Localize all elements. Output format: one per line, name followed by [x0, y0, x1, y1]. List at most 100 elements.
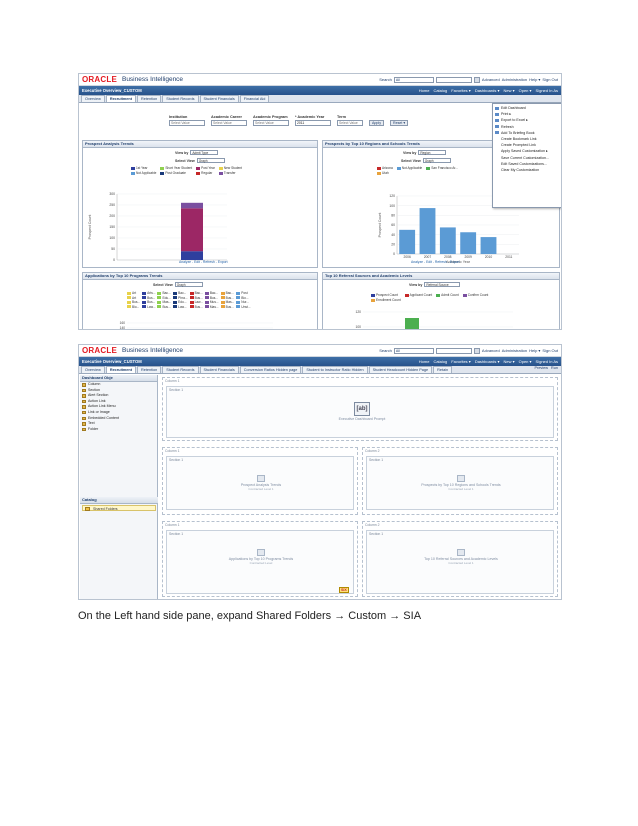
bar [405, 318, 419, 329]
obi-header: ORACLE Business Intelligence Search All … [79, 345, 561, 357]
header-link-help[interactable]: Help ▾ [529, 77, 540, 82]
panel-title: Applications by Top 10 Programs Trends [83, 273, 317, 280]
preview-button[interactable]: Preview [535, 366, 549, 370]
menu-new[interactable]: New ▾ [504, 88, 515, 93]
header-link-administration[interactable]: Administration [502, 77, 527, 82]
tab-overview[interactable]: Overview [81, 95, 105, 102]
run-button[interactable]: Run [551, 366, 558, 370]
layout-section[interactable]: Section 1 Prospect Analysis Trends Contr… [166, 456, 354, 510]
report-placeholder[interactable]: Applications by Top 10 Programs Trends C… [201, 549, 321, 565]
reset-button[interactable]: Reset ▾ [390, 120, 409, 126]
menu-item-clear-customization[interactable]: Clear My Customization [493, 167, 561, 173]
search-go-button[interactable] [473, 347, 480, 354]
search-go-button[interactable] [473, 76, 480, 83]
printer-icon [495, 112, 499, 116]
dashboard-prompts: Institution Select Value Academic Career… [169, 115, 409, 126]
layout-column[interactable]: Column 2 Section 1 Prospects by Top 10 R… [362, 447, 558, 515]
global-menu: Home Catalog Favorites ▾ Dashboards ▾ Ne… [419, 88, 558, 93]
menu-signed-in[interactable]: Signed In As [536, 88, 558, 93]
bar [439, 227, 456, 254]
header-link-signout[interactable]: Sign Out [542, 348, 558, 353]
institution-select[interactable]: Select Value [169, 120, 205, 126]
y-tick-label: 100 [109, 236, 115, 240]
header-link-signout[interactable]: Sign Out [542, 77, 558, 82]
x-tick-label: 2011 [505, 255, 512, 259]
search-input[interactable] [435, 347, 472, 354]
y-tick-label: 120 [389, 194, 395, 198]
dashboard-bar: Executive Overview_CUSTOM Home Catalog F… [79, 357, 561, 366]
menu-favorites[interactable]: Favorites ▾ [451, 88, 471, 93]
academic-program-select[interactable]: Select Value [253, 120, 289, 126]
y-tick-label: 0 [113, 258, 115, 262]
panel-links[interactable]: Analyze - Edit - Refresh - Export [411, 260, 460, 264]
layout-column[interactable]: Column 1 Section 1 [ab] Executive Dashbo… [162, 377, 558, 441]
embed-icon [82, 416, 86, 421]
layout-section[interactable]: Section 1 Applications by Top 10 Program… [166, 530, 354, 594]
apply-button[interactable]: Apply [369, 120, 384, 126]
search-input[interactable] [435, 76, 472, 83]
menu-open[interactable]: Open ▾ [519, 359, 532, 364]
screenshot-dashboard-editor: ORACLE Business Intelligence Search All … [78, 344, 562, 600]
search-label: Search [379, 77, 392, 82]
catalog-header[interactable]: Catalog [80, 497, 158, 504]
tab-retention[interactable]: Retention [136, 95, 162, 102]
layout-section[interactable]: Section 1 Top 10 Referral Sources and Ac… [366, 530, 554, 594]
panel-links[interactable]: Analyze - Edit - Refresh - Export [179, 260, 228, 264]
tab-student-records[interactable]: Student Records [162, 95, 199, 102]
image-icon [82, 410, 86, 415]
tab-student-financials[interactable]: Student Financials [199, 366, 239, 373]
x-tick-label: 2006 [403, 255, 411, 259]
tab-recruitment[interactable]: Recruitment [105, 95, 136, 102]
search-scope-select[interactable]: All [393, 347, 434, 354]
layout-column[interactable]: Column 2 Section 1 Top 10 Referral Sourc… [362, 521, 558, 597]
report-placeholder[interactable]: Top 10 Referral Sources and Academic Lev… [395, 549, 527, 565]
tab-financial-aid[interactable]: Financial Aid [239, 95, 270, 102]
shared-folders-item[interactable]: Shared Folders [82, 505, 156, 511]
object-folder[interactable]: Folder [80, 427, 157, 433]
menu-dashboards[interactable]: Dashboards ▾ [475, 359, 500, 364]
tab-retention[interactable]: Retention [136, 366, 162, 373]
layout-column[interactable]: Column 1 Section 1 Applications by Top 1… [162, 521, 358, 597]
header-link-administration[interactable]: Administration [502, 348, 527, 353]
header-link-advanced[interactable]: Advanced [482, 348, 500, 353]
report-placeholder[interactable]: Prospect Analysis Trends Contracted Leve… [211, 475, 311, 491]
header-link-advanced[interactable]: Advanced [482, 77, 500, 82]
y-tick-label: 300 [109, 192, 115, 196]
objects-pane-header[interactable]: Dashboard Obje [80, 375, 157, 382]
menu-favorites[interactable]: Favorites ▾ [451, 359, 471, 364]
tab-recruitment[interactable]: Recruitment [105, 366, 136, 373]
layout-section[interactable]: Section 1 [ab] Executive Dashboard Promp… [166, 386, 554, 438]
report-placeholder[interactable]: Prospects by Top 10 Regions and Schools … [391, 475, 531, 491]
layout-section[interactable]: Section 1 Prospects by Top 10 Regions an… [366, 456, 554, 510]
bar [419, 208, 436, 254]
menu-new[interactable]: New ▾ [504, 359, 515, 364]
six-badge: SIX [339, 587, 349, 593]
prompt-institution: Institution Select Value [169, 115, 205, 126]
bar [399, 229, 416, 254]
term-select[interactable]: Select Value [337, 120, 363, 126]
search-scope-select[interactable]: All [393, 76, 434, 83]
tab-student-headcount[interactable]: Student Headcount Hidden Page [368, 366, 433, 373]
menu-catalog[interactable]: Catalog [433, 88, 447, 93]
bar-segment [181, 208, 203, 252]
header-link-help[interactable]: Help ▾ [529, 348, 540, 353]
prompt-placeholder[interactable]: [ab] Executive Dashboard Prompt [317, 402, 407, 421]
instruction-caption: On the Left hand side pane, expand Share… [78, 610, 422, 622]
menu-dashboards[interactable]: Dashboards ▾ [475, 88, 500, 93]
tab-conversion-ratios[interactable]: Conversion Ratios Hidden page [239, 366, 302, 373]
tab-overview[interactable]: Overview [81, 366, 105, 373]
menu-catalog[interactable]: Catalog [433, 359, 447, 364]
tab-student-financials[interactable]: Student Financials [199, 95, 239, 102]
tab-student-records[interactable]: Student Records [162, 366, 199, 373]
menu-signed-in[interactable]: Signed In As [536, 359, 558, 364]
x-tick-label: 2008 [444, 255, 452, 259]
academic-year-select[interactable]: 2011 [295, 120, 331, 126]
menu-open[interactable]: Open ▾ [519, 88, 532, 93]
tab-student-instructor-ratio[interactable]: Student to Instructor Ratio Hidden [302, 366, 368, 373]
menu-home[interactable]: Home [419, 359, 430, 364]
tab-retain[interactable]: Retain [433, 366, 453, 373]
academic-career-select[interactable]: Select Value [211, 120, 247, 126]
menu-home[interactable]: Home [419, 88, 430, 93]
layout-column[interactable]: Column 1 Section 1 Prospect Analysis Tre… [162, 447, 358, 515]
y-tick-label: 50 [111, 247, 115, 251]
